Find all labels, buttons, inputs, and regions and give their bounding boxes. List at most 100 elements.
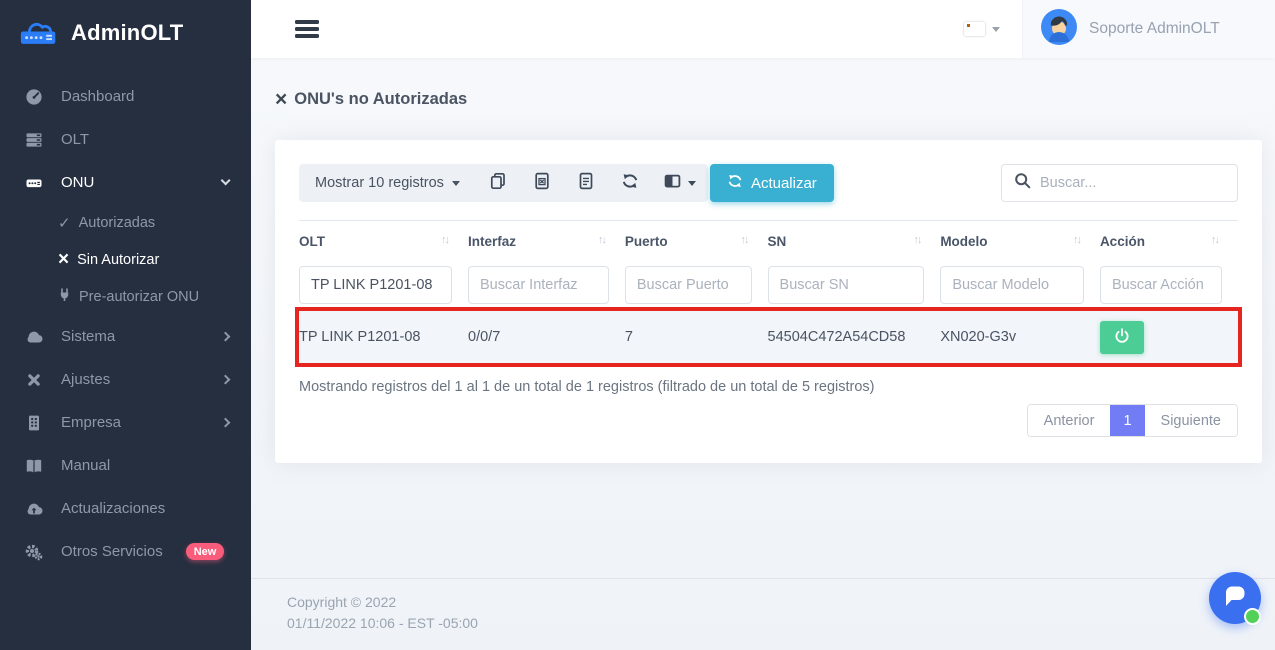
datatable-card: Mostrar 10 registros — [275, 140, 1262, 463]
actualizar-button[interactable]: Actualizar — [710, 164, 834, 202]
cell-sn: 54504C472A54CD58 — [768, 311, 941, 363]
copyright-text: Copyright © 2022 — [287, 592, 1275, 613]
excel-icon — [533, 172, 551, 195]
user-avatar — [1041, 9, 1077, 50]
pagination-next-button[interactable]: Siguiente — [1145, 405, 1237, 436]
column-header-sn[interactable]: SN↑↓ — [768, 221, 941, 260]
search-input[interactable] — [1040, 175, 1225, 191]
column-header-accion[interactable]: Acción↑↓ — [1100, 221, 1238, 260]
filter-interfaz-input[interactable] — [468, 266, 609, 304]
refresh-icon — [727, 173, 743, 193]
pagination: Anterior 1 Siguiente — [1027, 404, 1238, 437]
x-icon: × — [58, 253, 69, 267]
gears-icon — [24, 543, 44, 561]
pagination-page-1[interactable]: 1 — [1110, 405, 1144, 436]
sort-arrows-icon[interactable]: ↑↓ — [441, 234, 448, 246]
language-selector[interactable] — [942, 22, 1022, 36]
sort-arrows-icon[interactable]: ↑↓ — [1073, 234, 1080, 246]
main-content: × ONU's no Autorizadas Mostrar 10 regist… — [251, 58, 1275, 650]
sidebar-item-label: Actualizaciones — [61, 500, 165, 517]
power-icon — [1114, 328, 1130, 347]
search-icon — [1014, 172, 1031, 194]
table-row-highlighted[interactable]: TP LINK P1201-08 0/0/7 7 54504C472A54CD5… — [299, 311, 1238, 363]
sidebar-item-onu[interactable]: ONU — [0, 161, 251, 204]
sidebar-item-label: Manual — [61, 457, 110, 474]
topbar-right: Soporte AdminOLT — [942, 0, 1275, 58]
sidebar-item-empresa[interactable]: Empresa — [0, 401, 251, 444]
table-filter-row — [299, 259, 1238, 311]
sidebar-item-autorizadas[interactable]: ✓ Autorizadas — [0, 204, 251, 241]
sidebar-item-olt[interactable]: OLT — [0, 118, 251, 161]
table-search — [1001, 164, 1238, 202]
user-name: Soporte AdminOLT — [1089, 20, 1220, 38]
sidebar-item-label: OLT — [61, 131, 89, 148]
hamburger-menu-button[interactable] — [295, 16, 319, 41]
excel-export-button[interactable] — [520, 164, 564, 202]
app-logo[interactable]: AdminOLT — [0, 0, 251, 67]
table-info: Mostrando registros del 1 al 1 de un tot… — [299, 379, 1238, 395]
sidebar-item-actualizaciones[interactable]: Actualizaciones — [0, 487, 251, 530]
cell-interfaz: 0/0/7 — [468, 311, 625, 363]
server-icon — [24, 131, 44, 149]
sidebar-item-label: Autorizadas — [79, 215, 156, 231]
cell-olt: TP LINK P1201-08 — [299, 311, 468, 363]
page-title: × ONU's no Autorizadas — [275, 90, 1275, 109]
sort-arrows-icon[interactable]: ↑↓ — [741, 234, 748, 246]
sidebar: AdminOLT Dashboard OLT ONU ✓ Autorizadas — [0, 0, 251, 650]
copy-button[interactable] — [476, 164, 520, 202]
chevron-right-icon — [220, 331, 230, 341]
filter-accion-input[interactable] — [1100, 266, 1222, 304]
filter-olt-input[interactable] — [299, 266, 452, 304]
sidebar-item-label: Pre-autorizar ONU — [79, 289, 199, 305]
file-export-button[interactable] — [564, 164, 608, 202]
topbar: Soporte AdminOLT — [251, 0, 1275, 58]
page-footer: Copyright © 2022 01/11/2022 10:06 - EST … — [251, 578, 1275, 650]
app-name: AdminOLT — [71, 20, 183, 46]
filter-modelo-input[interactable] — [940, 266, 1084, 304]
sort-arrows-icon[interactable]: ↑↓ — [598, 234, 605, 246]
cloud-router-icon — [18, 13, 62, 53]
sidebar-item-manual[interactable]: Manual — [0, 444, 251, 487]
sort-arrows-icon[interactable]: ↑↓ — [1211, 234, 1218, 246]
filter-sn-input[interactable] — [768, 266, 925, 304]
column-header-modelo[interactable]: Modelo↑↓ — [940, 221, 1100, 260]
x-icon: × — [275, 92, 287, 108]
caret-down-icon — [452, 181, 460, 186]
column-header-interfaz[interactable]: Interfaz↑↓ — [468, 221, 625, 260]
table-header-row: OLT↑↓ Interfaz↑↓ Puerto↑↓ SN↑↓ Modelo↑↓ … — [299, 221, 1238, 260]
sidebar-item-label: ONU — [61, 174, 94, 191]
column-visibility-button[interactable] — [652, 164, 708, 202]
sidebar-item-pre-autorizar[interactable]: Pre-autorizar ONU — [0, 278, 251, 315]
cloud-icon — [24, 328, 44, 346]
spain-flag-icon — [964, 22, 985, 36]
sidebar-nav: Dashboard OLT ONU ✓ Autorizadas × Sin Au… — [0, 67, 251, 573]
filter-puerto-input[interactable] — [625, 266, 752, 304]
table-toolbar: Mostrar 10 registros — [299, 164, 1238, 202]
cell-puerto: 7 — [625, 311, 768, 363]
sidebar-item-sistema[interactable]: Sistema — [0, 315, 251, 358]
file-icon — [577, 172, 595, 195]
sidebar-item-ajustes[interactable]: Ajustes — [0, 358, 251, 401]
column-header-olt[interactable]: OLT↑↓ — [299, 221, 468, 260]
sidebar-item-label: Otros Servicios — [61, 543, 163, 560]
user-menu[interactable]: Soporte AdminOLT — [1022, 0, 1275, 58]
column-header-puerto[interactable]: Puerto↑↓ — [625, 221, 768, 260]
caret-down-icon — [992, 27, 1000, 32]
building-icon — [24, 414, 44, 432]
pagination-prev-button[interactable]: Anterior — [1028, 405, 1111, 436]
sidebar-item-label: Ajustes — [61, 371, 110, 388]
sidebar-item-label: Sistema — [61, 328, 115, 345]
sidebar-item-label: Dashboard — [61, 88, 134, 105]
sort-arrows-icon[interactable]: ↑↓ — [913, 234, 920, 246]
caret-down-icon — [688, 181, 696, 186]
sidebar-item-sin-autorizar[interactable]: × Sin Autorizar — [0, 241, 251, 278]
cell-modelo: XN020-G3v — [940, 311, 1100, 363]
show-entries-dropdown[interactable]: Mostrar 10 registros — [299, 175, 476, 191]
cell-accion — [1100, 311, 1238, 363]
dashboard-icon — [24, 88, 44, 106]
sidebar-item-otros-servicios[interactable]: Otros Servicios New — [0, 530, 251, 573]
authorize-power-button[interactable] — [1100, 321, 1144, 354]
reload-button[interactable] — [608, 164, 652, 202]
toolbar-button-group: Mostrar 10 registros — [299, 164, 708, 202]
sidebar-item-dashboard[interactable]: Dashboard — [0, 75, 251, 118]
